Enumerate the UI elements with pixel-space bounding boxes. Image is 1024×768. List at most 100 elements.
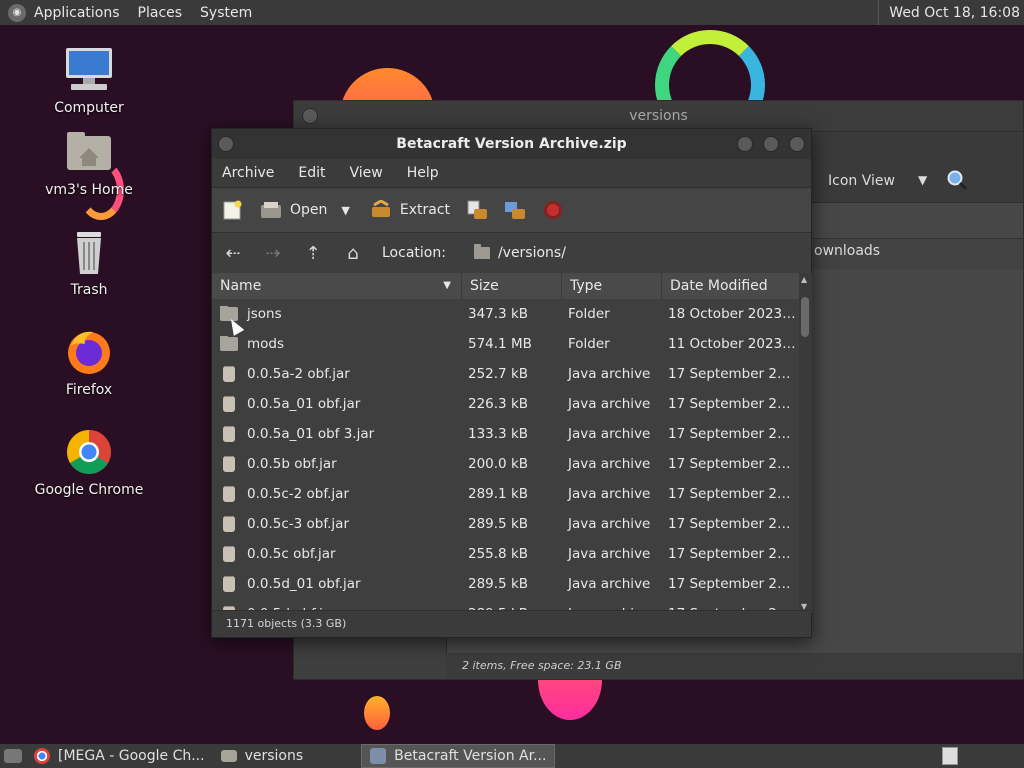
minimize-button[interactable]: [737, 136, 753, 152]
jar-file-icon: [223, 426, 235, 442]
file-type: Folder: [568, 336, 610, 352]
file-row[interactable]: 0.0.5c-3 obf.jar 289.5 kB Java archive 17 S…: [212, 509, 799, 539]
menu-help[interactable]: Help: [407, 165, 439, 181]
file-row[interactable]: jsons 347.3 kB Folder 18 October 2023, 1...: [212, 299, 799, 329]
add-folder-button[interactable]: [504, 200, 534, 220]
archive-icon: [370, 748, 387, 764]
file-row[interactable]: 0.0.5c-2 obf.jar 289.1 kB Java archive 17 S…: [212, 479, 799, 509]
file-date: 17 September 202...: [668, 366, 799, 382]
scroll-thumb[interactable]: [801, 297, 809, 337]
desktop-icon-firefox[interactable]: Firefox: [34, 328, 144, 398]
file-size: 200.0 kB: [468, 456, 529, 472]
column-name[interactable]: Name ▼: [212, 273, 462, 299]
desktop-icon-chrome[interactable]: Google Chrome: [34, 428, 144, 498]
extract-button[interactable]: Extract: [370, 199, 450, 220]
file-list-header: Name ▼ Size Type Date Modified: [212, 273, 799, 299]
task-label: versions: [244, 748, 304, 764]
new-archive-icon: [222, 200, 244, 220]
folder-icon: [473, 244, 490, 259]
scroll-up-icon[interactable]: ▲: [801, 275, 807, 284]
file-date: 17 September 202...: [668, 486, 799, 502]
task-archive-manager[interactable]: Betacraft Version Ar...: [361, 744, 556, 768]
file-date: 17 September 202...: [668, 456, 799, 472]
menu-view[interactable]: View: [350, 165, 383, 181]
new-archive-button[interactable]: [222, 200, 252, 220]
file-row[interactable]: 0.0.5a_01 obf.jar 226.3 kB Java archive 17 …: [212, 389, 799, 419]
home-icon[interactable]: ⌂: [342, 242, 364, 264]
column-type[interactable]: Type: [562, 273, 662, 299]
jar-file-icon: [223, 486, 235, 502]
add-folder-icon: [504, 200, 526, 220]
file-row[interactable]: 0.0.5c obf.jar 255.8 kB Java archive 17 Sep…: [212, 539, 799, 569]
jar-file-icon: [223, 396, 235, 412]
desktop-icon-computer[interactable]: Computer: [34, 46, 144, 116]
close-button[interactable]: [789, 136, 805, 152]
status-bar: 2 items, Free space: 23.1 GB: [446, 653, 1023, 679]
file-size: 255.8 kB: [468, 546, 529, 562]
file-type: Java archive: [568, 546, 651, 562]
vertical-scrollbar[interactable]: ▲ ▼: [799, 273, 812, 613]
window-titlebar[interactable]: Betacraft Version Archive.zip: [212, 129, 811, 159]
file-row[interactable]: mods 574.1 MB Folder 11 October 2023, 1...: [212, 329, 799, 359]
file-name-cell: 0.0.5a_01 obf.jar: [212, 396, 462, 412]
path-button-downloads[interactable]: ownloads: [814, 243, 880, 259]
show-desktop-icon: [4, 749, 22, 763]
location-field[interactable]: /versions/: [473, 244, 566, 261]
file-row[interactable]: 0.0.5d_01 obf.jar 289.5 kB Java archive 17 …: [212, 569, 799, 599]
file-type: Java archive: [568, 456, 651, 472]
search-icon[interactable]: [946, 169, 968, 191]
file-row[interactable]: 0.0.5a_01 obf 3.jar 133.3 kB Java archive 1…: [212, 419, 799, 449]
file-name: 0.0.5a_01 obf 3.jar: [247, 426, 375, 442]
desktop-icon-home[interactable]: vm3's Home: [34, 128, 144, 198]
sort-down-icon: ▼: [443, 280, 451, 291]
menu-edit[interactable]: Edit: [298, 165, 325, 181]
file-row[interactable]: 0.0.5b obf.jar 200.0 kB Java archive 17 Sep…: [212, 449, 799, 479]
menu-system[interactable]: System: [200, 5, 252, 21]
file-date: 18 October 2023, 1...: [668, 306, 799, 322]
file-name-cell: mods: [212, 336, 462, 352]
folder-icon: [220, 336, 238, 351]
archive-manager-window[interactable]: Betacraft Version Archive.zip Archive Ed…: [211, 128, 812, 638]
window-menu-button[interactable]: [302, 108, 318, 124]
jar-file-icon: [223, 456, 235, 472]
distro-logo-icon[interactable]: ◉: [8, 3, 26, 22]
workspace-switcher-icon[interactable]: [942, 747, 958, 765]
menu-places[interactable]: Places: [138, 5, 183, 21]
file-type: Java archive: [568, 426, 651, 442]
window-menu-button[interactable]: [218, 136, 234, 152]
archive-toolbar: Open ▼ Extract: [212, 187, 811, 233]
home-folder-icon: [63, 128, 115, 176]
clock[interactable]: Wed Oct 18, 16:08: [878, 0, 1024, 25]
location-label: Location:: [382, 245, 446, 261]
maximize-button[interactable]: [763, 136, 779, 152]
file-name-cell: 0.0.5c obf.jar: [212, 546, 462, 562]
desktop-icon-trash[interactable]: Trash: [34, 228, 144, 298]
show-desktop-button[interactable]: [0, 744, 26, 768]
file-size: 289.5 kB: [468, 516, 529, 532]
up-arrow-icon[interactable]: ⇡: [302, 242, 324, 264]
forward-arrow-icon[interactable]: ⇢: [262, 242, 284, 264]
task-versions[interactable]: versions: [213, 744, 312, 768]
open-button[interactable]: Open ▼: [260, 200, 350, 220]
column-date[interactable]: Date Modified: [662, 273, 799, 299]
file-name: 0.0.5c-2 obf.jar: [247, 486, 349, 502]
menu-archive[interactable]: Archive: [222, 165, 274, 181]
file-date: 17 September 202...: [668, 426, 799, 442]
file-row[interactable]: 0.0.5a-2 obf.jar 252.7 kB Java archive 17 S…: [212, 359, 799, 389]
stop-button[interactable]: [542, 200, 572, 220]
chevron-down-icon[interactable]: ▼: [918, 173, 927, 187]
file-type: Folder: [568, 306, 610, 322]
file-name: mods: [247, 336, 285, 352]
add-files-button[interactable]: [466, 200, 496, 220]
back-arrow-icon[interactable]: ⇠: [222, 242, 244, 264]
menu-applications[interactable]: Applications: [34, 5, 120, 21]
file-name: 0.0.5b obf.jar: [247, 456, 337, 472]
chevron-down-icon[interactable]: ▼: [341, 204, 349, 217]
task-chrome[interactable]: [MEGA - Google Ch...: [26, 744, 213, 768]
file-date: 17 September 202...: [668, 546, 799, 562]
open-archive-icon: [260, 200, 282, 220]
file-name-cell: 0.0.5d_01 obf.jar: [212, 576, 462, 592]
status-bar: 1171 objects (3.3 GB): [212, 610, 811, 637]
view-mode-select[interactable]: Icon View: [828, 173, 895, 189]
column-size[interactable]: Size: [462, 273, 562, 299]
